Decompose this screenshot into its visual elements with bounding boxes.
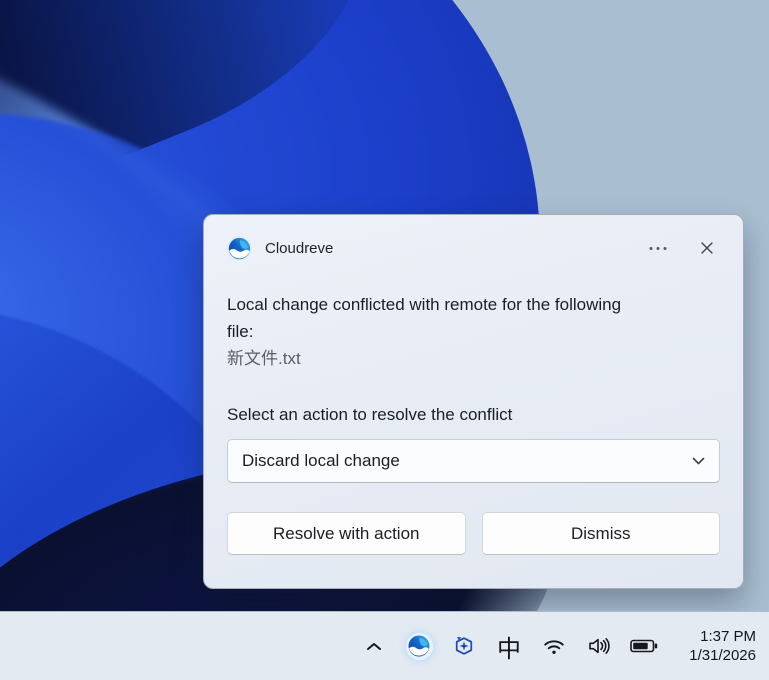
- taskbar-clock[interactable]: 1:37 PM 1/31/2026: [676, 627, 756, 665]
- wifi-icon[interactable]: [537, 625, 571, 667]
- toast-message: Local change conflicted with remote for …: [227, 291, 720, 345]
- toast-message-line1: Local change conflicted with remote for …: [227, 291, 720, 318]
- toast-message-line2: file:: [227, 318, 720, 345]
- clock-date: 1/31/2026: [676, 646, 756, 665]
- resolve-with-action-button[interactable]: Resolve with action: [227, 512, 466, 555]
- conflict-filename: 新文件.txt: [227, 345, 720, 372]
- select-value: Discard local change: [242, 451, 400, 471]
- cloudreve-cloud-icon: [406, 633, 433, 660]
- chevron-up-icon[interactable]: [357, 625, 391, 667]
- notification-toast: Cloudreve Local change conflicted with r…: [203, 214, 744, 589]
- cloudreve-logo-icon: [227, 236, 252, 261]
- clock-time: 1:37 PM: [676, 627, 756, 646]
- cloudreve-tray-icon[interactable]: [402, 625, 436, 667]
- taskbar: 中 1:37 PM 1/31/2026: [0, 611, 769, 680]
- battery-icon[interactable]: [627, 625, 661, 667]
- chevron-down-icon: [692, 457, 705, 465]
- dismiss-button[interactable]: Dismiss: [482, 512, 721, 555]
- more-options-icon[interactable]: [644, 242, 672, 255]
- action-prompt: Select an action to resolve the conflict: [227, 405, 720, 425]
- toast-header: Cloudreve: [227, 235, 720, 261]
- volume-icon[interactable]: [582, 625, 616, 667]
- conflict-action-select[interactable]: Discard local change: [227, 439, 720, 483]
- toast-app-name: Cloudreve: [265, 240, 333, 257]
- toast-button-row: Resolve with action Dismiss: [227, 512, 720, 555]
- close-icon[interactable]: [696, 237, 718, 259]
- ime-indicator[interactable]: 中: [492, 625, 526, 667]
- box-star-app-icon[interactable]: [447, 625, 481, 667]
